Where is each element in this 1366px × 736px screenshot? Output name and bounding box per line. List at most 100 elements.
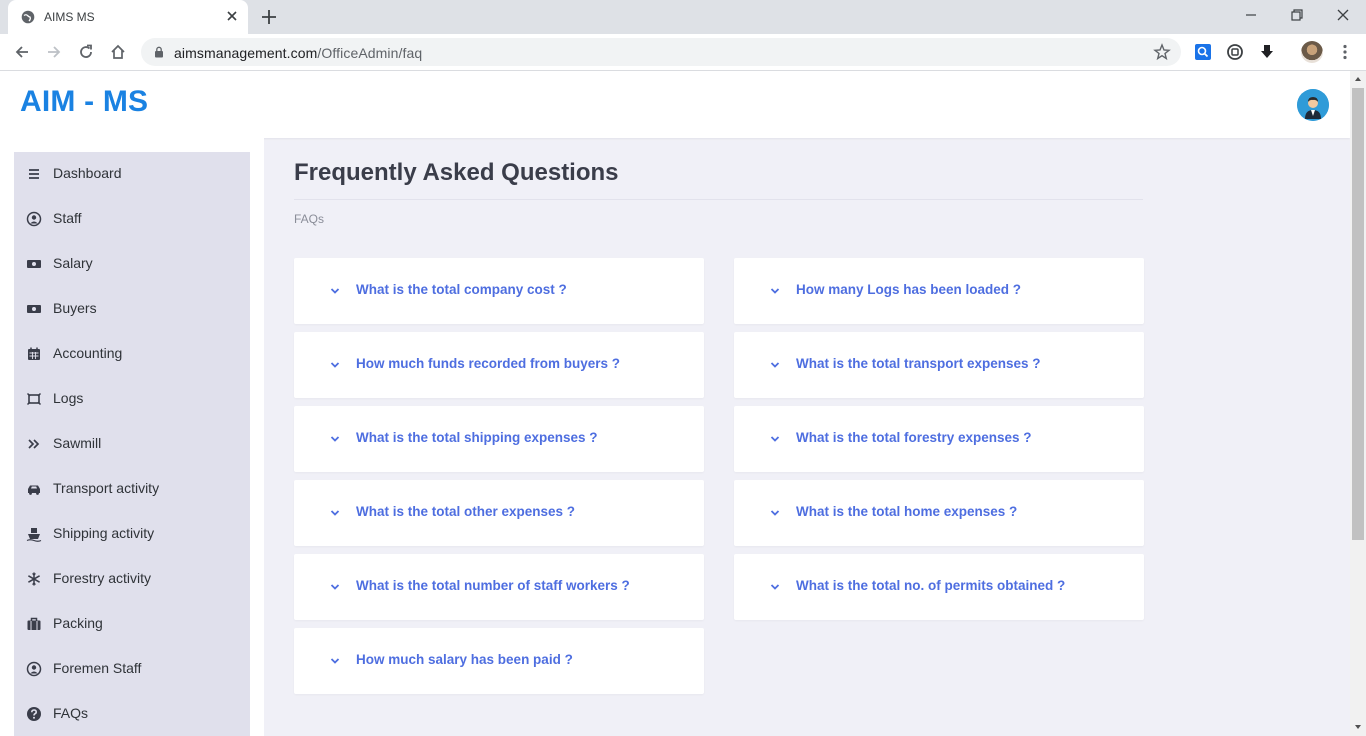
faq-question[interactable]: What is the total home expenses ? [796, 504, 1017, 519]
home-icon[interactable] [109, 43, 127, 61]
chevron-down-icon [330, 510, 340, 516]
more-menu-icon[interactable] [1336, 43, 1354, 61]
sidebar-item-transport-activity[interactable]: Transport activity [14, 467, 250, 512]
sidebar-item-packing[interactable]: Packing [14, 602, 250, 647]
address-bar[interactable]: aimsmanagement.com/OfficeAdmin/faq [141, 38, 1181, 66]
chevron-down-icon [330, 288, 340, 294]
user-avatar[interactable] [1297, 89, 1329, 121]
main-content: Frequently Asked Questions FAQs What is … [264, 138, 1350, 736]
scroll-up-icon[interactable] [1354, 75, 1362, 83]
app-header: AIM - MS [0, 71, 1350, 138]
scrollbar-thumb[interactable] [1352, 88, 1364, 540]
bookmark-star-icon[interactable] [1153, 43, 1171, 61]
faq-item[interactable]: How much salary has been paid ? [294, 628, 704, 694]
brand-logo[interactable]: AIM - MS [20, 85, 148, 119]
url-text[interactable]: aimsmanagement.com/OfficeAdmin/faq [174, 45, 422, 61]
chevron-down-icon [770, 584, 780, 590]
faq-question[interactable]: What is the total company cost ? [356, 282, 567, 297]
faq-question[interactable]: What is the total shipping expenses ? [356, 430, 598, 445]
faq-item[interactable]: What is the total forestry expenses ? [734, 406, 1144, 472]
chevron-down-icon [330, 584, 340, 590]
sidebar-item-salary[interactable]: Salary [14, 242, 250, 287]
scroll-down-icon[interactable] [1354, 723, 1362, 731]
faq-item[interactable]: What is the total company cost ? [294, 258, 704, 324]
faq-item[interactable]: What is the total home expenses ? [734, 480, 1144, 546]
screen-capture-extension-icon[interactable] [1226, 43, 1244, 61]
sidebar-item-accounting[interactable]: Accounting [14, 332, 250, 377]
browser-tab[interactable]: AIMS MS [8, 0, 248, 34]
ship-icon [26, 528, 42, 542]
window-close-icon[interactable] [1334, 6, 1352, 24]
faq-question[interactable]: What is the total forestry expenses ? [796, 430, 1032, 445]
double-chevron-icon [28, 439, 40, 449]
faq-item[interactable]: What is the total transport expenses ? [734, 332, 1144, 398]
browser-tab-bar: AIMS MS [0, 0, 1366, 34]
reload-icon[interactable] [77, 43, 95, 61]
user-circle-icon [26, 211, 42, 227]
download-extension-icon[interactable] [1258, 43, 1276, 61]
lock-icon[interactable] [153, 46, 165, 58]
money-icon [27, 260, 41, 268]
minimize-icon[interactable] [1242, 6, 1260, 24]
sidebar-item-label: Logs [53, 390, 84, 406]
faq-question[interactable]: What is the total no. of permits obtaine… [796, 578, 1065, 593]
url-path: /OfficeAdmin/faq [317, 45, 423, 61]
faq-question[interactable]: What is the total transport expenses ? [796, 356, 1041, 371]
sidebar-item-label: FAQs [53, 705, 89, 721]
user-circle-icon [26, 661, 42, 677]
faq-question[interactable]: What is the total other expenses ? [356, 504, 575, 519]
sidebar-item-label: Dashboard [53, 165, 122, 181]
sidebar-item-label: Forestry activity [53, 570, 152, 586]
sidebar-item-dashboard[interactable]: Dashboard [14, 152, 250, 197]
chevron-down-icon [330, 362, 340, 368]
faq-question[interactable]: What is the total number of staff worker… [356, 578, 630, 593]
sidebar-item-sawmill[interactable]: Sawmill [14, 422, 250, 467]
sidebar-item-faqs[interactable]: FAQs [14, 692, 250, 736]
faq-item[interactable]: What is the total no. of permits obtaine… [734, 554, 1144, 620]
faq-item[interactable]: What is the total other expenses ? [294, 480, 704, 546]
chevron-down-icon [770, 436, 780, 442]
faq-item[interactable]: How many Logs has been loaded ? [734, 258, 1144, 324]
user-avatar-icon [1297, 89, 1329, 121]
profile-avatar[interactable] [1301, 41, 1323, 63]
browser-toolbar: aimsmanagement.com/OfficeAdmin/faq [0, 34, 1366, 71]
faq-item[interactable]: How much funds recorded from buyers ? [294, 332, 704, 398]
money-icon [27, 305, 41, 313]
sidebar-item-foremen-staff[interactable]: Foremen Staff [14, 647, 250, 692]
sidebar-item-label: Shipping activity [53, 525, 155, 541]
logs-icon [26, 392, 42, 406]
sidebar-item-label: Packing [53, 615, 103, 631]
faq-question[interactable]: How many Logs has been loaded ? [796, 282, 1021, 297]
tab-title: AIMS MS [44, 10, 95, 24]
chevron-down-icon [770, 510, 780, 516]
restore-icon[interactable] [1288, 6, 1306, 24]
close-icon[interactable] [224, 8, 240, 24]
new-tab-icon[interactable] [260, 8, 278, 26]
sidebar-container: Dashboard Staff Salary Buyers Accounting… [0, 138, 264, 736]
sidebar-item-staff[interactable]: Staff [14, 197, 250, 242]
sidebar-item-label: Staff [53, 210, 82, 226]
chevron-down-icon [770, 362, 780, 368]
faq-question[interactable]: How much salary has been paid ? [356, 652, 573, 667]
menu-icon [29, 169, 39, 179]
briefcase-icon [27, 617, 41, 630]
page-scrollbar[interactable] [1350, 71, 1366, 736]
sidebar-item-shipping-activity[interactable]: Shipping activity [14, 512, 250, 557]
globe-icon [21, 10, 35, 24]
search-extension-icon[interactable] [1194, 43, 1212, 61]
sidebar: Dashboard Staff Salary Buyers Accounting… [14, 152, 250, 736]
faq-question[interactable]: How much funds recorded from buyers ? [356, 356, 620, 371]
sidebar-item-buyers[interactable]: Buyers [14, 287, 250, 332]
faq-item[interactable]: What is the total number of staff worker… [294, 554, 704, 620]
car-icon [28, 485, 40, 495]
back-icon[interactable] [13, 43, 31, 61]
web-page: AIM - MS Dashboard Staff Salary Buyers A… [0, 71, 1350, 736]
sidebar-item-label: Buyers [53, 300, 97, 316]
faq-item[interactable]: What is the total shipping expenses ? [294, 406, 704, 472]
sidebar-item-logs[interactable]: Logs [14, 377, 250, 422]
calendar-icon [28, 347, 40, 360]
sidebar-item-forestry-activity[interactable]: Forestry activity [14, 557, 250, 602]
chevron-down-icon [330, 436, 340, 442]
forward-icon[interactable] [45, 43, 63, 61]
sidebar-item-label: Foremen Staff [53, 660, 142, 676]
